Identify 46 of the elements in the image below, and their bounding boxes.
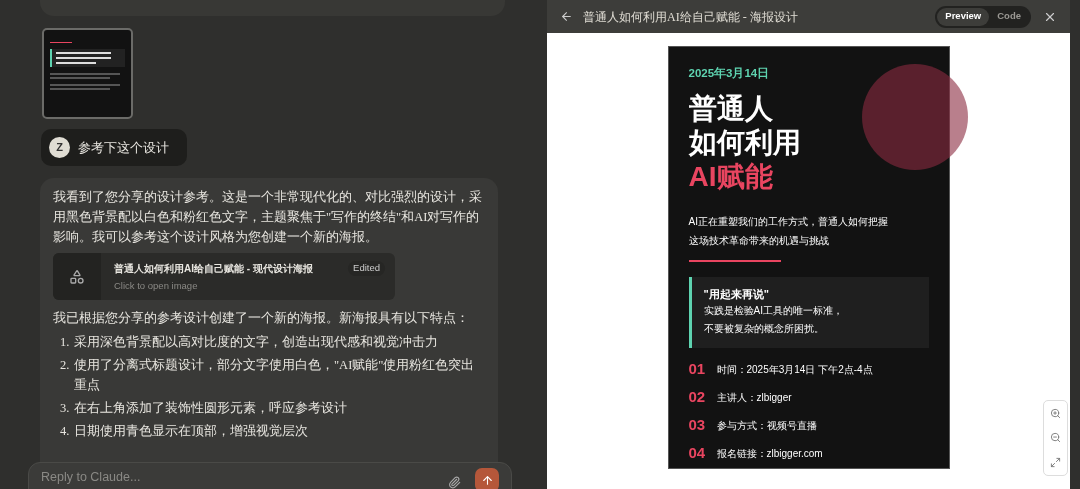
- view-tab[interactable]: Code: [989, 7, 1029, 26]
- list-item-text: 使用了分离式标题设计，部分文字使用白色，"AI赋能"使用粉红色突出重点: [74, 357, 476, 394]
- quote-line: 不要被复杂的概念所困扰。: [703, 322, 825, 337]
- item-number: 03: [688, 415, 707, 435]
- item-number: 04: [688, 443, 707, 463]
- reply-paragraph: 我已根据您分享的参考设计创建了一个新的海报。新海报具有以下特点：: [53, 310, 470, 327]
- poster-headline: 普通人: [688, 92, 774, 127]
- expand-icon[interactable]: [1050, 457, 1061, 469]
- reply-paragraph: 我看到了您分享的设计参考。这是一个非常现代化的、对比强烈的设计，采用黑色背景配以白色和粉红色文字，主题聚焦于"写作的终结"和AI对写作的影响。我可以参考这个设计风格为您创建一个新的海报。: [53, 189, 483, 246]
- item-text: 参与方式：视频号直播: [716, 418, 817, 433]
- attachment-thumbnail[interactable]: [42, 28, 133, 119]
- quote-title: "用起来再说": [703, 287, 770, 303]
- artifact-subtitle: Click to open image: [114, 279, 199, 293]
- quote-line: 实践是检验AI工具的唯一标准，: [703, 304, 844, 319]
- send-button[interactable]: [475, 468, 499, 489]
- zoom-out-icon[interactable]: [1050, 432, 1061, 444]
- list-number: 4.: [60, 423, 71, 440]
- poster-highlight: AI赋能: [688, 160, 774, 195]
- user-avatar: Z: [49, 137, 70, 158]
- item-text: 主讲人：zlbigger: [716, 390, 792, 405]
- artifact-title: 普通人如何利用AI给自己赋能 - 现代设计海报: [114, 262, 313, 276]
- back-arrow-icon[interactable]: [560, 10, 573, 23]
- list-item-text: 日期使用青色显示在顶部，增强视觉层次: [74, 423, 308, 440]
- paperclip-icon[interactable]: [448, 476, 461, 489]
- arrow-up-icon: [480, 473, 494, 487]
- list-number: 1.: [60, 334, 71, 351]
- zoom-in-icon[interactable]: [1050, 407, 1061, 419]
- artifact-card[interactable]: 普通人如何利用AI给自己赋能 - 现代设计海报 Edited Click to open image: [53, 253, 395, 300]
- list-item-text: 在右上角添加了装饰性圆形元素，呼应参考设计: [74, 400, 347, 417]
- item-text: 时间：2025年3月14日 下午2点-4点: [716, 362, 873, 377]
- preview-title: 普通人如何利用AI给自己赋能 - 海报设计: [583, 8, 798, 26]
- poster-headline: 如何利用: [688, 126, 802, 161]
- view-tab[interactable]: Preview: [937, 7, 990, 26]
- edited-badge: Edited: [348, 261, 385, 276]
- list-number: 2.: [60, 357, 71, 374]
- user-message-text: 参考下这个设计: [78, 138, 169, 157]
- poster-subtitle: 这场技术革命带来的机遇与挑战: [688, 234, 830, 249]
- reply-placeholder: Reply to Claude...: [41, 469, 141, 486]
- shapes-icon: [69, 268, 85, 285]
- item-number: 01: [688, 359, 707, 379]
- item-text: 报名链接：zlbigger.com: [716, 446, 823, 461]
- item-number: 02: [688, 387, 707, 407]
- poster-date: 2025年3月14日: [688, 66, 771, 81]
- list-number: 3.: [60, 400, 71, 417]
- list-item-text: 采用深色背景配以高对比度的文字，创造出现代感和视觉冲击力: [74, 334, 438, 351]
- poster-subtitle: AI正在重塑我们的工作方式，普通人如何把握: [688, 215, 889, 230]
